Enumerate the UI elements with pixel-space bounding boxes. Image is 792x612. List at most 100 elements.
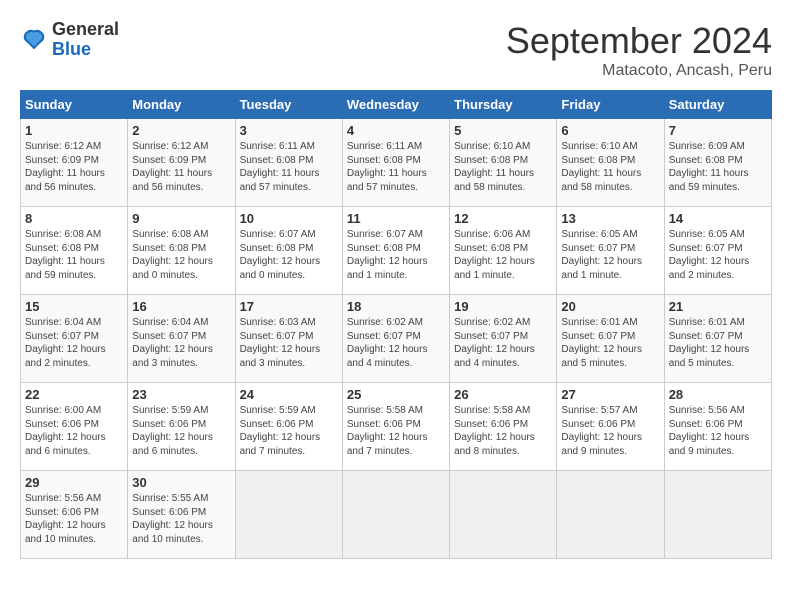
day-info: Sunrise: 6:09 AMSunset: 6:08 PMDaylight:… [669, 140, 767, 194]
day-number: 16 [132, 299, 230, 314]
calendar-cell [235, 471, 342, 559]
calendar-week-row: 1 Sunrise: 6:12 AMSunset: 6:09 PMDaylight… [21, 119, 772, 207]
col-header-monday: Monday [128, 91, 235, 119]
day-number: 30 [132, 475, 230, 490]
day-info: Sunrise: 6:00 AMSunset: 6:06 PMDaylight:… [25, 404, 123, 458]
calendar-cell: 3 Sunrise: 6:11 AMSunset: 6:08 PMDaylight… [235, 119, 342, 207]
day-info: Sunrise: 6:06 AMSunset: 6:08 PMDaylight:… [454, 228, 552, 282]
day-number: 2 [132, 123, 230, 138]
calendar-cell: 1 Sunrise: 6:12 AMSunset: 6:09 PMDaylight… [21, 119, 128, 207]
day-number: 3 [240, 123, 338, 138]
calendar-cell: 23Sunrise: 5:59 AMSunset: 6:06 PMDayligh… [128, 383, 235, 471]
calendar-cell: 5Sunrise: 6:10 AMSunset: 6:08 PMDaylight… [450, 119, 557, 207]
day-info: Sunrise: 6:11 AMSunset: 6:08 PMDaylight:… [240, 140, 338, 194]
day-info: Sunrise: 6:05 AMSunset: 6:07 PMDaylight:… [561, 228, 659, 282]
calendar-cell: 13 Sunrise: 6:05 AMSunset: 6:07 PMDayligh… [557, 207, 664, 295]
logo-general: General [52, 19, 119, 39]
calendar-cell: 21 Sunrise: 6:01 AMSunset: 6:07 PMDayligh… [664, 295, 771, 383]
day-info: Sunrise: 6:05 AMSunset: 6:07 PMDaylight:… [669, 228, 767, 282]
calendar-week-row: 15Sunrise: 6:04 AMSunset: 6:07 PMDayligh… [21, 295, 772, 383]
day-number: 8 [25, 211, 123, 226]
calendar-cell [664, 471, 771, 559]
calendar-cell [342, 471, 449, 559]
day-number: 19 [454, 299, 552, 314]
day-info: Sunrise: 5:58 AMSunset: 6:06 PMDaylight:… [347, 404, 445, 458]
month-year: September 2024 [506, 20, 772, 62]
day-info: Sunrise: 6:01 AMSunset: 6:07 PMDaylight:… [561, 316, 659, 370]
calendar-cell: 9 Sunrise: 6:08 AMSunset: 6:08 PMDaylight… [128, 207, 235, 295]
day-number: 23 [132, 387, 230, 402]
calendar-week-row: 8 Sunrise: 6:08 AMSunset: 6:08 PMDaylight… [21, 207, 772, 295]
day-info: Sunrise: 6:03 AMSunset: 6:07 PMDaylight:… [240, 316, 338, 370]
calendar-cell: 28 Sunrise: 5:56 AMSunset: 6:06 PMDayligh… [664, 383, 771, 471]
day-info: Sunrise: 5:56 AMSunset: 6:06 PMDaylight:… [669, 404, 767, 458]
day-number: 10 [240, 211, 338, 226]
day-number: 11 [347, 211, 445, 226]
day-info: Sunrise: 6:01 AMSunset: 6:07 PMDaylight:… [669, 316, 767, 370]
day-number: 29 [25, 475, 123, 490]
col-header-wednesday: Wednesday [342, 91, 449, 119]
calendar-cell: 2Sunrise: 6:12 AMSunset: 6:09 PMDaylight… [128, 119, 235, 207]
logo-icon [20, 26, 48, 54]
day-info: Sunrise: 5:55 AMSunset: 6:06 PMDaylight:… [132, 492, 230, 546]
day-number: 7 [669, 123, 767, 138]
day-number: 12 [454, 211, 552, 226]
calendar-cell: 27Sunrise: 5:57 AMSunset: 6:06 PMDayligh… [557, 383, 664, 471]
calendar-table: SundayMondayTuesdayWednesdayThursdayFrid… [20, 90, 772, 559]
day-info: Sunrise: 5:58 AMSunset: 6:06 PMDaylight:… [454, 404, 552, 458]
day-number: 22 [25, 387, 123, 402]
calendar-cell: 20 Sunrise: 6:01 AMSunset: 6:07 PMDayligh… [557, 295, 664, 383]
calendar-cell: 30 Sunrise: 5:55 AMSunset: 6:06 PMDayligh… [128, 471, 235, 559]
calendar-cell: 22 Sunrise: 6:00 AMSunset: 6:06 PMDayligh… [21, 383, 128, 471]
calendar-cell: 29 Sunrise: 5:56 AMSunset: 6:06 PMDayligh… [21, 471, 128, 559]
calendar-cell: 7 Sunrise: 6:09 AMSunset: 6:08 PMDaylight… [664, 119, 771, 207]
title-block: September 2024 Matacoto, Ancash, Peru [506, 20, 772, 80]
calendar-cell: 6Sunrise: 6:10 AMSunset: 6:08 PMDaylight… [557, 119, 664, 207]
calendar-week-row: 29 Sunrise: 5:56 AMSunset: 6:06 PMDayligh… [21, 471, 772, 559]
col-header-friday: Friday [557, 91, 664, 119]
day-number: 28 [669, 387, 767, 402]
calendar-cell: 24Sunrise: 5:59 AMSunset: 6:06 PMDayligh… [235, 383, 342, 471]
calendar-cell: 25Sunrise: 5:58 AMSunset: 6:06 PMDayligh… [342, 383, 449, 471]
day-info: Sunrise: 6:10 AMSunset: 6:08 PMDaylight:… [454, 140, 552, 194]
calendar-cell [557, 471, 664, 559]
day-number: 4 [347, 123, 445, 138]
calendar-cell: 12 Sunrise: 6:06 AMSunset: 6:08 PMDayligh… [450, 207, 557, 295]
day-number: 21 [669, 299, 767, 314]
col-header-saturday: Saturday [664, 91, 771, 119]
day-number: 27 [561, 387, 659, 402]
logo: General Blue [20, 20, 119, 60]
day-number: 9 [132, 211, 230, 226]
day-info: Sunrise: 6:08 AMSunset: 6:08 PMDaylight:… [25, 228, 123, 282]
day-info: Sunrise: 6:08 AMSunset: 6:08 PMDaylight:… [132, 228, 230, 282]
calendar-cell: 17 Sunrise: 6:03 AMSunset: 6:07 PMDayligh… [235, 295, 342, 383]
calendar-cell: 19Sunrise: 6:02 AMSunset: 6:07 PMDayligh… [450, 295, 557, 383]
calendar-week-row: 22 Sunrise: 6:00 AMSunset: 6:06 PMDayligh… [21, 383, 772, 471]
day-number: 24 [240, 387, 338, 402]
calendar-body: 1 Sunrise: 6:12 AMSunset: 6:09 PMDaylight… [21, 119, 772, 559]
day-number: 18 [347, 299, 445, 314]
day-info: Sunrise: 6:11 AMSunset: 6:08 PMDaylight:… [347, 140, 445, 194]
calendar-cell: 10 Sunrise: 6:07 AMSunset: 6:08 PMDayligh… [235, 207, 342, 295]
day-number: 20 [561, 299, 659, 314]
day-number: 1 [25, 123, 123, 138]
day-number: 6 [561, 123, 659, 138]
day-info: Sunrise: 5:56 AMSunset: 6:06 PMDaylight:… [25, 492, 123, 546]
col-header-sunday: Sunday [21, 91, 128, 119]
calendar-cell [450, 471, 557, 559]
day-number: 14 [669, 211, 767, 226]
day-number: 13 [561, 211, 659, 226]
logo-blue: Blue [52, 39, 91, 59]
calendar-cell: 8 Sunrise: 6:08 AMSunset: 6:08 PMDaylight… [21, 207, 128, 295]
day-number: 26 [454, 387, 552, 402]
day-info: Sunrise: 6:07 AMSunset: 6:08 PMDaylight:… [240, 228, 338, 282]
day-info: Sunrise: 6:12 AMSunset: 6:09 PMDaylight:… [25, 140, 123, 194]
calendar-cell: 26 Sunrise: 5:58 AMSunset: 6:06 PMDayligh… [450, 383, 557, 471]
day-info: Sunrise: 6:07 AMSunset: 6:08 PMDaylight:… [347, 228, 445, 282]
location: Matacoto, Ancash, Peru [506, 62, 772, 80]
day-info: Sunrise: 6:02 AMSunset: 6:07 PMDaylight:… [347, 316, 445, 370]
col-header-thursday: Thursday [450, 91, 557, 119]
calendar-header-row: SundayMondayTuesdayWednesdayThursdayFrid… [21, 91, 772, 119]
day-info: Sunrise: 6:04 AMSunset: 6:07 PMDaylight:… [25, 316, 123, 370]
day-number: 17 [240, 299, 338, 314]
